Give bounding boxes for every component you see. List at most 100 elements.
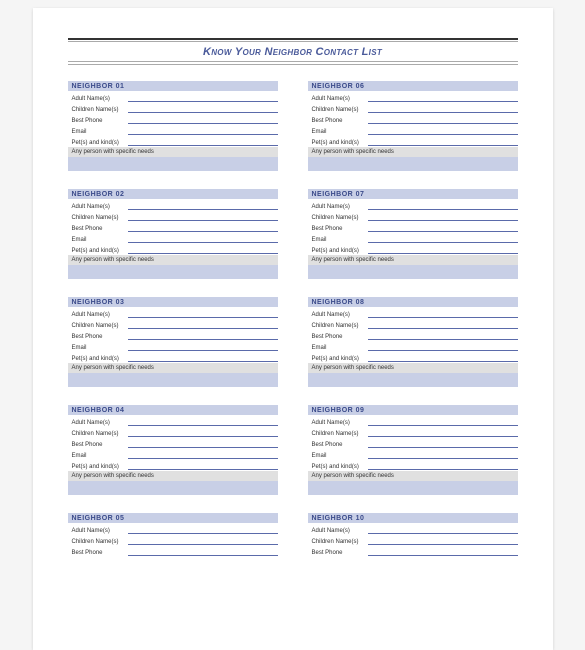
column-left: NEIGHBOR 01Adult Name(s)Children Name(s)… [68,81,278,574]
field-label: Best Phone [72,442,128,448]
field-row-adult: Adult Name(s) [308,199,518,210]
field-label: Adult Name(s) [72,96,128,102]
field-underline [368,232,518,243]
rule-top-thin [68,41,518,42]
field-label: Children Name(s) [312,539,368,545]
field-row-children: Children Name(s) [68,102,278,113]
field-underline [128,459,278,470]
card-header: NEIGHBOR 07 [308,189,518,199]
neighbor-number: NEIGHBOR 07 [312,191,365,198]
field-underline [128,534,278,545]
field-underline [128,329,278,340]
field-row-pets: Pet(s) and kind(s) [308,135,518,146]
needs-row: Any person with specific needs [68,255,278,265]
neighbor-number: NEIGHBOR 08 [312,299,365,306]
needs-row: Any person with specific needs [68,363,278,373]
field-underline [128,318,278,329]
field-row-children: Children Name(s) [68,426,278,437]
field-underline [368,351,518,362]
field-underline [368,415,518,426]
field-row-children: Children Name(s) [308,210,518,221]
field-row-children: Children Name(s) [308,534,518,545]
rule-bot-1 [68,61,518,62]
needs-label: Any person with specific needs [72,365,154,371]
field-label: Children Name(s) [312,215,368,221]
field-label: Pet(s) and kind(s) [72,140,128,146]
card-header: NEIGHBOR 05 [68,513,278,523]
field-underline [128,102,278,113]
field-underline [128,232,278,243]
field-row-children: Children Name(s) [308,102,518,113]
field-underline [128,210,278,221]
field-row-phone: Best Phone [68,437,278,448]
field-label: Best Phone [312,550,368,556]
field-underline [368,448,518,459]
field-row-email: Email [68,232,278,243]
neighbor-number: NEIGHBOR 03 [72,299,125,306]
field-row-adult: Adult Name(s) [68,91,278,102]
rule-top-thick [68,38,518,40]
field-underline [128,426,278,437]
field-underline [368,221,518,232]
field-label: Pet(s) and kind(s) [312,464,368,470]
field-label: Adult Name(s) [72,312,128,318]
needs-label: Any person with specific needs [312,365,394,371]
field-row-email: Email [308,124,518,135]
columns: NEIGHBOR 01Adult Name(s)Children Name(s)… [68,81,518,574]
field-label: Pet(s) and kind(s) [72,356,128,362]
needs-block [308,265,518,279]
field-underline [128,221,278,232]
field-underline [128,523,278,534]
field-label: Pet(s) and kind(s) [72,464,128,470]
field-row-phone: Best Phone [308,437,518,448]
neighbor-card: NEIGHBOR 06Adult Name(s) Children Name(s)… [308,81,518,171]
field-label: Best Phone [72,226,128,232]
field-row-email: Email [68,124,278,135]
field-label: Children Name(s) [312,107,368,113]
needs-row: Any person with specific needs [308,147,518,157]
field-underline [128,199,278,210]
field-row-adult: Adult Name(s) [308,307,518,318]
field-row-adult: Adult Name(s) [68,523,278,534]
field-label: Children Name(s) [72,323,128,329]
neighbor-number: NEIGHBOR 05 [72,515,125,522]
field-underline [368,307,518,318]
field-label: Children Name(s) [72,215,128,221]
needs-row: Any person with specific needs [68,147,278,157]
field-underline [128,91,278,102]
field-label: Pet(s) and kind(s) [72,248,128,254]
field-label: Adult Name(s) [312,312,368,318]
field-label: Email [312,453,368,459]
field-label: Email [72,453,128,459]
field-label: Children Name(s) [72,107,128,113]
neighbor-card: NEIGHBOR 03 Adult Name(s) Children Name(s)… [68,297,278,387]
card-header: NEIGHBOR 03 [68,297,278,307]
needs-row: Any person with specific needs [308,363,518,373]
field-row-email: Email [308,340,518,351]
field-label: Adult Name(s) [312,420,368,426]
field-row-children: Children Name(s) [68,534,278,545]
needs-block [308,373,518,387]
card-header: NEIGHBOR 06 [308,81,518,91]
needs-block [308,481,518,495]
needs-label: Any person with specific needs [312,257,394,263]
field-row-phone: Best Phone [308,329,518,340]
needs-block [68,373,278,387]
field-row-adult: Adult Name(s) [308,91,518,102]
field-label: Children Name(s) [72,539,128,545]
field-row-pets: Pet(s) and kind(s) [308,243,518,254]
card-header: NEIGHBOR 08 [308,297,518,307]
needs-label: Any person with specific needs [72,257,154,263]
needs-block [68,157,278,171]
field-underline [128,135,278,146]
field-underline [368,91,518,102]
field-underline [128,351,278,362]
field-underline [128,243,278,254]
field-underline [368,113,518,124]
field-underline [128,307,278,318]
field-label: Email [72,237,128,243]
field-label: Adult Name(s) [72,528,128,534]
field-underline [128,124,278,135]
field-row-phone: Best Phone [308,221,518,232]
field-underline [368,135,518,146]
